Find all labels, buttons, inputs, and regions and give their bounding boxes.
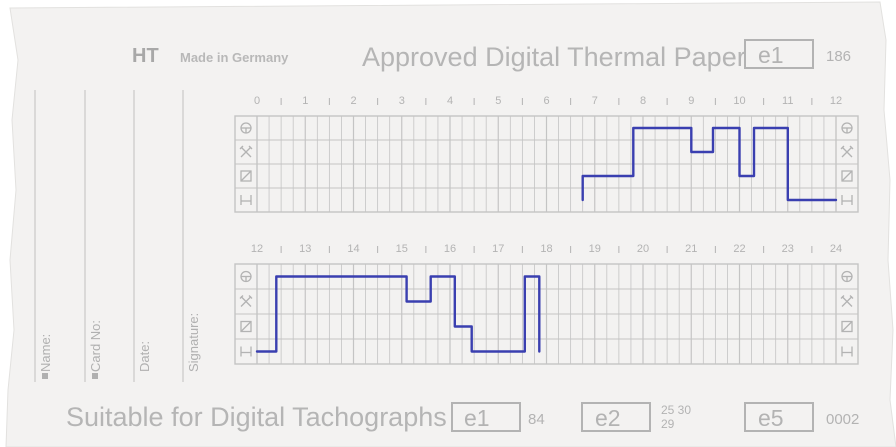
hour-label: 22 — [733, 243, 745, 255]
tachograph-paper-strip: HT Made in Germany Approved Digital Ther… — [5, 1, 896, 447]
hour-label: 10 — [733, 95, 745, 107]
footer-number-1: 84 — [528, 411, 545, 428]
made-in-text: Made in Germany — [180, 50, 289, 65]
hour-label: 14 — [347, 243, 359, 255]
name-label: Name: — [38, 334, 53, 372]
hour-label: 21 — [685, 243, 697, 255]
footer-mark-3: e5 — [758, 405, 784, 431]
date-label: Date: — [137, 341, 152, 372]
hour-label: 12 — [830, 95, 842, 107]
footer-number-2-top: 25 30 — [661, 403, 691, 417]
hour-label: 17 — [492, 243, 504, 255]
hour-label: 16 — [444, 243, 456, 255]
hour-label: 20 — [637, 243, 649, 255]
hour-label: 5 — [495, 95, 501, 107]
hour-label: 23 — [782, 243, 794, 255]
hour-label: 3 — [399, 95, 405, 107]
paper-title: Approved Digital Thermal Paper — [362, 42, 746, 72]
person-icon — [42, 373, 48, 379]
signature-label: Signature: — [186, 313, 201, 372]
hour-label: 4 — [447, 95, 453, 107]
hour-label: 15 — [396, 243, 408, 255]
approval-mark: e1 — [758, 42, 784, 68]
approval-number: 186 — [826, 48, 851, 65]
footer-text: Suitable for Digital Tachographs — [66, 402, 447, 432]
hour-label: 18 — [540, 243, 552, 255]
hour-label: 0 — [254, 95, 260, 107]
hour-label: 8 — [640, 95, 646, 107]
hour-label: 11 — [782, 95, 793, 107]
hour-label: 7 — [592, 95, 598, 107]
hour-label: 19 — [589, 243, 601, 255]
hour-label: 6 — [543, 95, 549, 107]
card-no-label: Card No: — [88, 320, 103, 372]
footer-mark-1: e1 — [464, 405, 490, 431]
hour-label: 9 — [688, 95, 694, 107]
hour-label: 24 — [830, 243, 842, 255]
hour-label: 12 — [251, 243, 263, 255]
hour-label: 13 — [299, 243, 311, 255]
footer-mark-2: e2 — [595, 405, 621, 431]
hour-label: 1 — [302, 95, 308, 107]
brand-logo: HT — [132, 45, 159, 67]
footer-number-2-bottom: 29 — [661, 417, 675, 431]
hour-label: 2 — [350, 95, 356, 107]
driver-card-icon — [92, 373, 98, 379]
footer-number-3: 0002 — [826, 411, 859, 428]
